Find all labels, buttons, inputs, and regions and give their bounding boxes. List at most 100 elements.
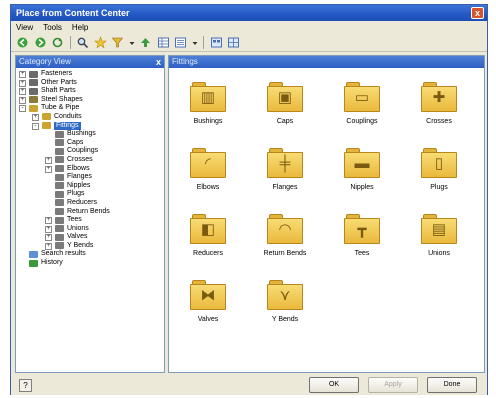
close-icon[interactable]: x [156,56,161,68]
tree-item-return-bends[interactable]: Return Bends [16,208,164,217]
expand-icon[interactable]: + [19,88,26,96]
family-item-reducers[interactable]: ◧ Reducers [173,214,243,276]
expand-icon[interactable]: + [45,234,52,242]
tree-item-tube-pipe[interactable]: - Tube & Pipe [16,104,164,113]
category-tree: + Fasteners + Other Parts + Shaft Parts + Steel… [16,68,164,268]
tree-item-conduits[interactable]: + Conduits [16,113,164,122]
category-view-header: Category View x [16,56,164,68]
family-item-label: Return Bends [263,250,307,257]
tree-item-search-results[interactable]: Search results [16,250,164,259]
family-item-label: Caps [276,118,294,125]
collapse-icon[interactable]: - [32,122,39,130]
family-item-nipples[interactable]: ▬ Nipples [327,148,397,210]
details-view-icon[interactable] [210,36,223,49]
tree-item-y-bends[interactable]: + Y Bends [16,242,164,251]
family-item-caps[interactable]: ▣ Caps [250,82,320,144]
tree-item-couplings[interactable]: Couplings [16,147,164,156]
tree-item-crosses[interactable]: + Crosses [16,156,164,165]
ok-button[interactable]: OK [309,377,359,393]
expand-icon[interactable]: + [45,242,52,250]
family-item-couplings[interactable]: ▭ Couplings [327,82,397,144]
tree-item-unions[interactable]: + Unions [16,225,164,234]
tree-item-reducers[interactable]: Reducers [16,199,164,208]
expand-icon[interactable]: + [45,225,52,233]
tree-item-label: Unions [67,224,89,232]
category-icon [55,147,64,155]
tree-item-steel-shapes[interactable]: + Steel Shapes [16,96,164,105]
expand-icon[interactable]: + [19,79,26,87]
expand-icon[interactable]: + [32,113,39,121]
family-item-plugs[interactable]: ▯ Plugs [404,148,474,210]
apply-button[interactable]: Apply [368,377,418,393]
thumbnails-view-icon[interactable] [227,36,240,49]
category-icon [42,113,51,121]
tree-item-label: Crosses [67,155,93,163]
return-bend-icon: ◠ [267,214,303,244]
cap-icon: ▣ [267,82,303,112]
search-icon[interactable] [76,36,89,49]
family-item-bushings[interactable]: ▥ Bushings [173,82,243,144]
category-icon [55,130,64,138]
family-item-flanges[interactable]: ╪ Flanges [250,148,320,210]
family-item-crosses[interactable]: ✚ Crosses [404,82,474,144]
forward-icon[interactable] [34,36,47,49]
title-bar[interactable]: Place from Content Center x [11,5,487,21]
tree-item-valves[interactable]: + Valves [16,233,164,242]
tree-item-history[interactable]: History [16,259,164,268]
family-item-label: Nipples [350,184,374,191]
tree-item-label: Search results [41,250,86,258]
valve-icon: ⧓ [190,280,226,310]
tree-item-fasteners[interactable]: + Fasteners [16,70,164,79]
filter-icon[interactable] [111,36,124,49]
menu-help[interactable]: Help [67,21,93,34]
expand-icon[interactable]: + [45,156,52,164]
tree-item-shaft-parts[interactable]: + Shaft Parts [16,87,164,96]
refresh-icon[interactable] [51,36,64,49]
plug-icon: ▯ [421,148,457,178]
category-icon [29,87,38,95]
family-item-label: Flanges [272,184,298,191]
tree-item-label: History [41,259,63,267]
expand-icon[interactable]: + [45,165,52,173]
tree-item-fittings[interactable]: - Fittings [16,121,164,131]
menu-tools[interactable]: Tools [38,21,67,34]
tree-item-plugs[interactable]: Plugs [16,190,164,199]
done-button[interactable]: Done [427,377,477,393]
toolbar [11,34,487,52]
expand-icon[interactable]: + [19,71,26,78]
content-pane: Fittings ▥ Bushings ▣ Caps ▭ Couplings ✚ Crosse… [168,55,485,373]
tree-item-other-parts[interactable]: + Other Parts [16,79,164,88]
favorites-icon[interactable] [93,36,107,49]
family-item-valves[interactable]: ⧓ Valves [173,280,243,342]
collapse-icon[interactable]: - [19,105,26,113]
tree-item-label: Shaft Parts [41,87,76,95]
up-level-icon[interactable] [139,36,152,49]
tree-item-bushings[interactable]: Bushings [16,130,164,139]
tree-item-flanges[interactable]: Flanges [16,173,164,182]
tree-item-tees[interactable]: + Tees [16,216,164,225]
category-icon [55,156,64,164]
dropdown-arrow-icon[interactable] [129,36,135,49]
tree-item-label: Couplings [67,147,99,155]
tree-item-nipples[interactable]: Nipples [16,182,164,191]
menu-view[interactable]: View [11,21,38,34]
tree-item-caps[interactable]: Caps [16,139,164,148]
category-icon [29,70,38,78]
table-view-icon[interactable] [157,36,170,49]
category-icon [55,165,64,173]
family-item-return-bends[interactable]: ◠ Return Bends [250,214,320,276]
tree-item-label: Bushings [67,130,96,138]
dropdown-arrow-icon[interactable] [192,36,198,49]
category-icon [55,216,64,224]
family-item-tees[interactable]: ┳ Tees [327,214,397,276]
back-icon[interactable] [16,36,29,49]
list-view-icon[interactable] [174,36,187,49]
family-item-unions[interactable]: ▤ Unions [404,214,474,276]
expand-icon[interactable]: + [19,96,26,104]
tree-item-elbows[interactable]: + Elbows [16,165,164,174]
help-icon[interactable]: ? [19,379,32,392]
expand-icon[interactable]: + [45,217,52,225]
family-item-y-bends[interactable]: ⋎ Y Bends [250,280,320,342]
family-item-elbows[interactable]: ◜ Elbows [173,148,243,210]
close-button[interactable]: x [471,7,484,19]
